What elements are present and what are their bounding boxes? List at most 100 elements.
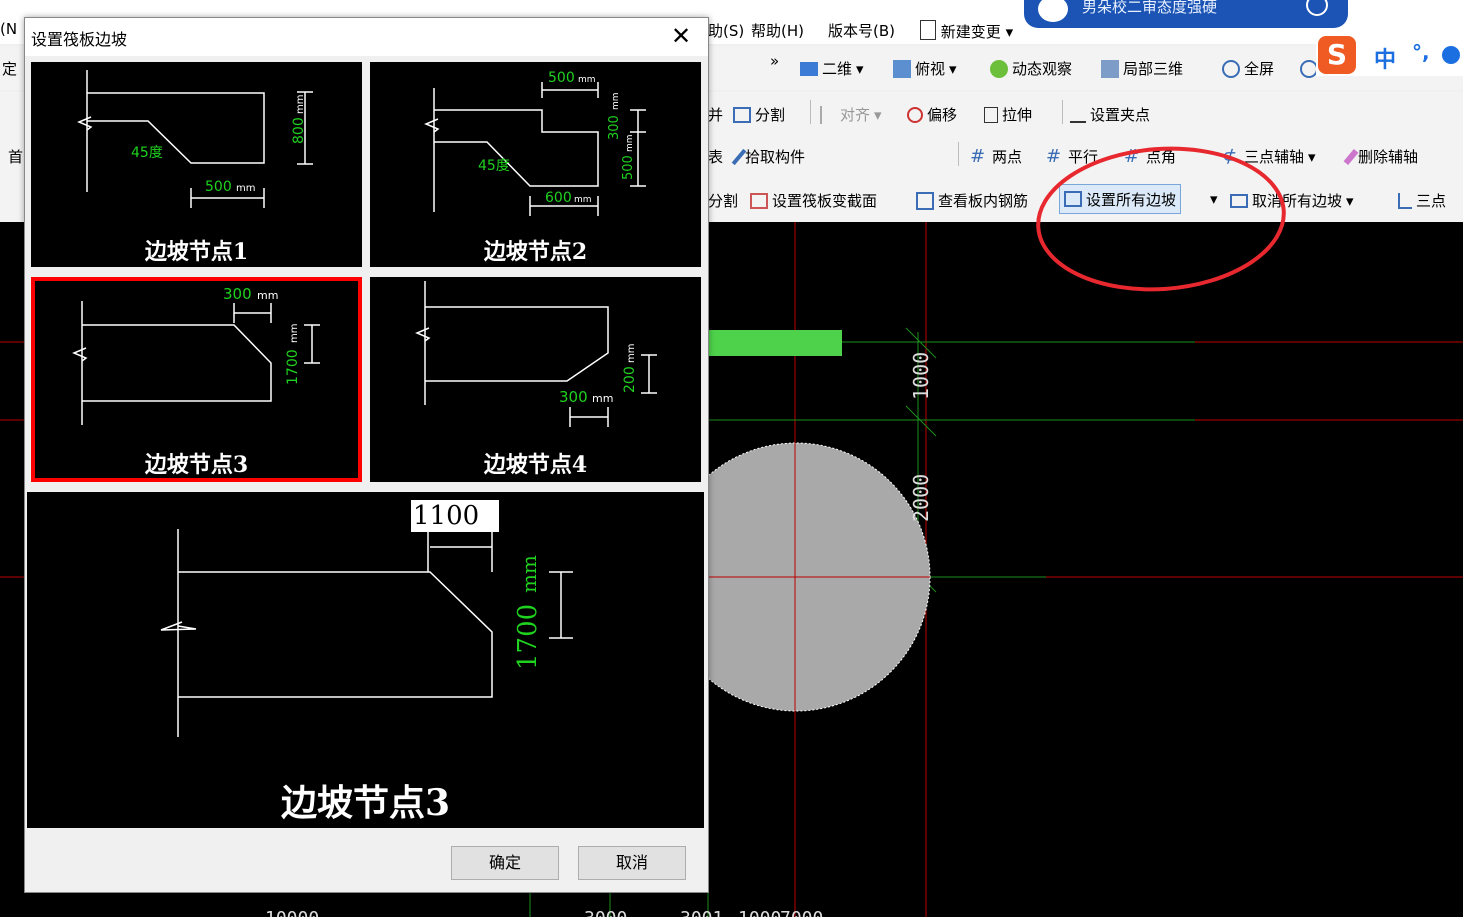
- dim-bottom-0: 10000: [265, 908, 319, 917]
- menu-tools[interactable]: 助(S): [708, 20, 744, 41]
- split-label: 分割: [755, 106, 786, 124]
- stretch-label: 拉伸: [1002, 106, 1033, 124]
- delete-axis-label: 删除辅轴: [1358, 148, 1419, 166]
- align-label: 对齐: [840, 106, 871, 124]
- preview-width-input[interactable]: 1100: [411, 500, 499, 532]
- cancel-button[interactable]: 取消: [578, 846, 686, 880]
- view-2d-button[interactable]: 二维 ▾: [800, 58, 864, 79]
- menu-new-change-label: 新建变更: [940, 23, 1001, 41]
- dynamic-observe-button[interactable]: 动态观察: [990, 58, 1072, 79]
- top-view-button[interactable]: 俯视 ▾: [893, 58, 957, 79]
- more-chevron[interactable]: »: [770, 52, 779, 70]
- node-2-top: 500: [548, 70, 575, 86]
- dialog-title: 设置筏板边坡: [31, 30, 128, 49]
- pencil-icon: [1070, 107, 1086, 123]
- preview-caption: 边坡节点3: [280, 782, 451, 824]
- set-variable-section-button[interactable]: 设置筏板变截面: [750, 190, 877, 211]
- offset-label: 偏移: [927, 106, 958, 124]
- ime-punct: °,: [1412, 40, 1430, 64]
- rebar-icon: [916, 191, 934, 210]
- 2d-icon: [800, 61, 818, 76]
- annotation-circle: [1036, 146, 1286, 292]
- menu-version[interactable]: 版本号(B): [828, 20, 895, 41]
- stretch-icon: [984, 106, 998, 123]
- ime-emoji-icon: [1442, 46, 1460, 64]
- pick-component-button[interactable]: 拾取构件: [731, 146, 806, 167]
- node-2-bottom-unit: mm: [574, 195, 592, 205]
- node-4-height-unit: mm: [626, 344, 637, 363]
- stretch-button[interactable]: 拉伸: [984, 104, 1032, 125]
- slope-node-3[interactable]: 300 mm 1700 mm 边坡节点3: [31, 277, 362, 482]
- offset-button[interactable]: 偏移: [907, 104, 957, 125]
- menu-cut-label[interactable]: (N: [0, 20, 17, 38]
- node-1-caption: 边坡节点1: [144, 239, 249, 265]
- orbit-icon: [990, 59, 1008, 78]
- node-2-top-unit: mm: [578, 75, 596, 85]
- node-3-caption: 边坡节点3: [144, 452, 249, 478]
- align-button[interactable]: 对齐 ▾: [820, 104, 882, 125]
- menu-help[interactable]: 帮助(H): [751, 20, 804, 41]
- delete-axis-button[interactable]: 删除辅轴: [1343, 146, 1419, 167]
- search-text: 男朵校二审态度强硬: [1082, 0, 1218, 16]
- slope-node-4[interactable]: 300 mm 200 mm 边坡节点4: [370, 277, 701, 482]
- set-grip-button[interactable]: 设置夹点: [1070, 104, 1150, 125]
- fullscreen-label: 全屏: [1244, 60, 1275, 78]
- dim-bottom-1: 3000: [584, 908, 627, 917]
- node-2-height: 500: [621, 155, 636, 180]
- ok-button[interactable]: 确定: [451, 846, 559, 880]
- node-2-step-unit: mm: [611, 92, 621, 110]
- separator: [810, 100, 811, 124]
- split-button[interactable]: 分割: [733, 104, 785, 125]
- table-button[interactable]: 表: [708, 146, 723, 167]
- search-bar[interactable]: 男朵校二审态度强硬: [1024, 0, 1348, 28]
- node-1-width-unit: mm: [236, 183, 255, 194]
- menu-new-change[interactable]: 新建变更 ▾: [920, 20, 1013, 42]
- cube-icon: [893, 59, 911, 78]
- three-point-button[interactable]: 三点: [1398, 190, 1446, 211]
- toolbar-left-cut-3: 首: [8, 148, 24, 166]
- dim-bottom-4: 7000: [780, 908, 823, 917]
- view-slab-rebar-label: 查看板内钢筋: [938, 192, 1029, 210]
- split-slab-button[interactable]: 分割: [708, 190, 738, 211]
- highlight-bar: [706, 330, 842, 356]
- dim-1000: 1000: [909, 352, 933, 400]
- three-point-angle-icon: [1398, 192, 1412, 209]
- two-point-label: 两点: [992, 148, 1023, 166]
- node-3-height-unit: mm: [289, 324, 300, 343]
- node-3-width: 300: [223, 285, 252, 303]
- view-slab-rebar-button[interactable]: 查看板内钢筋: [916, 190, 1028, 211]
- preview-height-value: 1700: [513, 603, 543, 670]
- slope-node-1[interactable]: 45度 500 mm 800 mm 边坡节点1: [31, 62, 362, 267]
- dim-bottom-3: 1000: [738, 908, 781, 917]
- pick-component-label: 拾取构件: [745, 148, 806, 166]
- merge-button[interactable]: 并: [708, 104, 723, 125]
- node-1-width: 500: [205, 179, 232, 195]
- node-2-caption: 边坡节点2: [483, 239, 588, 265]
- eraser-icon: [1343, 148, 1359, 165]
- slope-node-2[interactable]: 500 mm 45度 300 mm 500 mm 600 mm 边坡节点2: [370, 62, 701, 267]
- dialog-title-bar: 设置筏板边坡 ✕: [25, 18, 708, 56]
- set-variable-section-label: 设置筏板变截面: [772, 192, 878, 210]
- node-2-bottom: 600: [545, 190, 572, 206]
- local-3d-button[interactable]: 局部三维: [1101, 58, 1183, 79]
- three-point-label-4: 三点: [1416, 192, 1447, 210]
- ime-badge[interactable]: S 中 °,: [1316, 36, 1463, 76]
- top-view-label: 俯视: [915, 60, 946, 78]
- preview-height-unit: mm: [517, 555, 541, 594]
- axis-icon: #: [970, 145, 986, 167]
- close-icon[interactable]: ✕: [671, 22, 691, 50]
- node-1-angle: 45度: [131, 145, 163, 161]
- preview-height-label: 1700 mm: [513, 555, 543, 670]
- separator: [958, 142, 959, 166]
- ime-logo: S: [1318, 36, 1356, 74]
- section-icon: [750, 192, 768, 209]
- node-2-step: 300: [607, 115, 622, 140]
- search-icon[interactable]: [1306, 0, 1328, 16]
- slope-preview: 1100 1700 mm 边坡节点3: [27, 492, 704, 828]
- local-3d-icon: [1101, 59, 1119, 78]
- fullscreen-button[interactable]: 全屏: [1222, 58, 1274, 79]
- node-2-height-unit: mm: [625, 134, 635, 152]
- two-point-axis-button[interactable]: # 两点: [970, 146, 1022, 167]
- view-2d-label: 二维: [822, 60, 853, 78]
- node-4-width: 300: [559, 388, 588, 406]
